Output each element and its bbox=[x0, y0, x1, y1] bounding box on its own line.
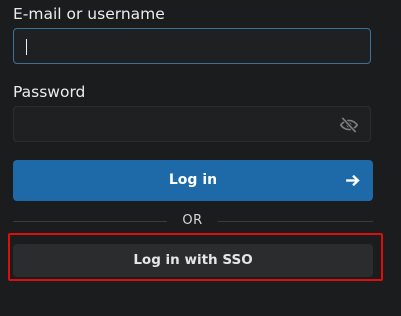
password-field[interactable] bbox=[13, 106, 371, 142]
text-caret bbox=[26, 39, 27, 55]
divider-line-right bbox=[218, 221, 373, 222]
email-input[interactable] bbox=[14, 29, 370, 63]
email-label: E-mail or username bbox=[13, 5, 165, 23]
eye-off-icon bbox=[339, 116, 359, 134]
password-visibility-toggle[interactable] bbox=[339, 115, 359, 135]
email-field[interactable] bbox=[13, 28, 371, 64]
divider-line-left bbox=[13, 221, 167, 222]
arrow-right-icon bbox=[346, 174, 360, 187]
login-button-label: Log in bbox=[168, 172, 218, 188]
password-input[interactable] bbox=[14, 107, 370, 141]
sso-login-button[interactable]: Log in with SSO bbox=[13, 244, 373, 277]
password-label: Password bbox=[13, 83, 86, 101]
login-button[interactable]: Log in bbox=[13, 160, 373, 201]
or-divider-text: OR bbox=[182, 213, 203, 228]
